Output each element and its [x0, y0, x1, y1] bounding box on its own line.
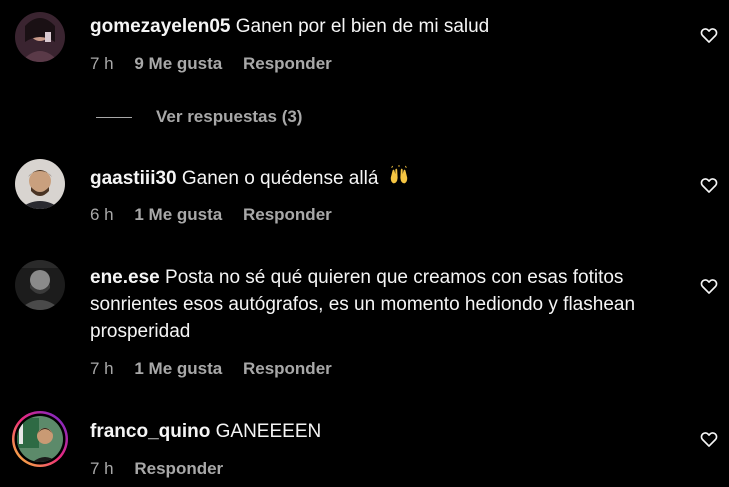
comment-body: GANEEEEN: [215, 421, 322, 442]
comment-text: gomezayelen05 Ganen por el bien de mi sa…: [90, 13, 680, 40]
avatar[interactable]: [15, 159, 65, 209]
avatar[interactable]: [15, 260, 65, 310]
likes-count[interactable]: 9 Me gusta: [134, 54, 222, 73]
comment-meta: 7 h 1 Me gusta Responder: [90, 359, 348, 379]
avatar-photo: [15, 159, 65, 209]
comment-time: 7 h: [90, 54, 114, 73]
avatar-photo: [15, 12, 65, 62]
comment-body: Ganen por el bien de mi salud: [235, 16, 490, 37]
comment-meta: 6 h 1 Me gusta Responder: [90, 205, 348, 225]
reply-button[interactable]: Responder: [243, 205, 332, 224]
likes-count[interactable]: 1 Me gusta: [134, 205, 222, 224]
comment-body: Ganen o quédense allá: [181, 168, 379, 189]
comment-time: 6 h: [90, 205, 114, 224]
replies-divider: [96, 116, 132, 118]
comment-time: 7 h: [90, 459, 114, 478]
reply-button[interactable]: Responder: [134, 459, 223, 478]
comment-username[interactable]: franco_quino: [90, 421, 210, 442]
heart-outline-icon[interactable]: [699, 25, 719, 45]
comment-username[interactable]: ene.ese: [90, 267, 160, 288]
reply-button[interactable]: Responder: [243, 54, 332, 73]
avatar[interactable]: [15, 12, 65, 62]
avatar-photo: [12, 411, 68, 467]
raising-hands-emoji-icon: [388, 165, 410, 187]
comment-meta: 7 h Responder: [90, 459, 239, 479]
comment-time: 7 h: [90, 359, 114, 378]
avatar-with-story-ring[interactable]: [11, 410, 69, 468]
comment-text: franco_quino GANEEEEN: [90, 418, 680, 445]
comment-text: ene.ese Posta no sé qué quieren que crea…: [90, 264, 680, 345]
comment-meta: 7 h 9 Me gusta Responder: [90, 54, 348, 74]
view-replies-label: Ver respuestas (3): [156, 107, 303, 126]
heart-outline-icon[interactable]: [699, 175, 719, 195]
avatar-photo: [15, 260, 65, 310]
likes-count[interactable]: 1 Me gusta: [134, 359, 222, 378]
heart-outline-icon[interactable]: [699, 276, 719, 296]
comment-body: Posta no sé qué quieren que creamos con …: [90, 267, 636, 342]
view-replies-button[interactable]: Ver respuestas (3): [96, 107, 302, 127]
reply-button[interactable]: Responder: [243, 359, 332, 378]
comment-username[interactable]: gaastiii30: [90, 168, 177, 189]
comment-text: gaastiii30 Ganen o quédense allá: [90, 165, 680, 192]
heart-outline-icon[interactable]: [699, 429, 719, 449]
comment-username[interactable]: gomezayelen05: [90, 16, 230, 37]
